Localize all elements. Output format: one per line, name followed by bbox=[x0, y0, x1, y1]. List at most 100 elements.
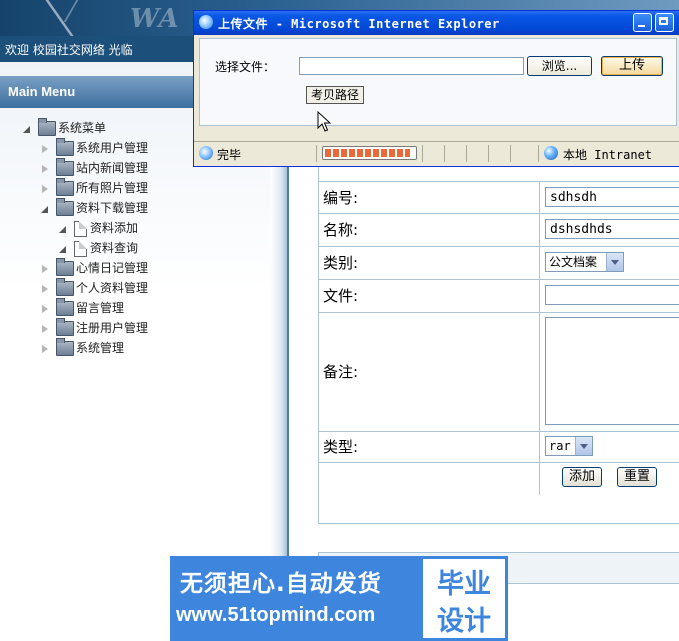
maximize-button[interactable] bbox=[655, 13, 674, 32]
ad-logo-line2: 设计 bbox=[437, 606, 491, 637]
expand-open-icon[interactable] bbox=[40, 204, 50, 214]
field-label: 类别: bbox=[319, 247, 540, 279]
tree-item-system-users[interactable]: 系统用户管理 bbox=[40, 138, 148, 158]
tree-item-profile[interactable]: 个人资料管理 bbox=[40, 278, 148, 298]
minimize-button[interactable] bbox=[633, 13, 652, 32]
status-separator bbox=[488, 145, 489, 162]
tree-item-registered-users[interactable]: 注册用户管理 bbox=[40, 318, 148, 338]
banner-light-streak bbox=[63, 0, 79, 22]
folder-icon bbox=[56, 158, 74, 176]
status-progress-bar bbox=[322, 146, 417, 160]
mouse-cursor-icon bbox=[317, 111, 331, 132]
field-value-cell bbox=[540, 280, 679, 312]
tree-item-photos[interactable]: 所有照片管理 bbox=[40, 178, 148, 198]
tree-item-news[interactable]: 站内新闻管理 bbox=[40, 158, 148, 178]
file-path-input[interactable] bbox=[299, 57, 524, 75]
chevron-down-icon[interactable] bbox=[575, 437, 592, 455]
expand-closed-icon[interactable] bbox=[40, 344, 50, 354]
field-label-text: 类型: bbox=[323, 438, 359, 456]
status-separator bbox=[466, 145, 467, 162]
status-separator bbox=[538, 145, 539, 162]
expand-open-icon[interactable] bbox=[22, 124, 32, 134]
field-label-text: 名称: bbox=[323, 221, 359, 239]
tree-item-label: 心情日记管理 bbox=[76, 261, 149, 275]
form-row-remarks: 备注: bbox=[319, 312, 679, 431]
field-value-cell: dshsdhds bbox=[540, 214, 679, 246]
tree-item-label: 系统管理 bbox=[76, 341, 125, 355]
expand-closed-icon[interactable] bbox=[40, 184, 50, 194]
type-select[interactable]: rar bbox=[545, 436, 593, 456]
upload-popup-window: 上传文件 - Microsoft Internet Explorer 选择文件：… bbox=[193, 10, 679, 167]
page-done-icon bbox=[199, 146, 213, 160]
status-separator bbox=[422, 145, 423, 162]
chevron-down-icon[interactable] bbox=[606, 253, 623, 271]
ad-slogan: 无须担心.自动发货 bbox=[180, 571, 382, 597]
status-separator bbox=[444, 145, 445, 162]
status-progress-fill bbox=[325, 149, 410, 157]
field-value-cell: sdhsdh bbox=[540, 182, 679, 213]
security-zone-text: 本地 Intranet bbox=[563, 148, 653, 162]
file-input[interactable] bbox=[545, 285, 679, 305]
ad-url: www.51topmind.com bbox=[176, 604, 376, 626]
popup-status-bar: 完毕 本地 Intranet bbox=[194, 141, 679, 166]
tree-item-label: 资料下载管理 bbox=[76, 201, 149, 215]
banner-logo: WA bbox=[130, 4, 180, 34]
popup-titlebar[interactable]: 上传文件 - Microsoft Internet Explorer bbox=[194, 11, 679, 35]
expand-closed-icon[interactable] bbox=[40, 264, 50, 274]
add-button[interactable]: 添加 bbox=[562, 467, 603, 487]
status-separator bbox=[316, 145, 317, 162]
number-input[interactable]: sdhsdh bbox=[545, 187, 679, 207]
upload-button[interactable]: 上传 bbox=[601, 56, 663, 76]
expand-closed-icon[interactable] bbox=[40, 284, 50, 294]
folder-icon bbox=[56, 198, 74, 216]
status-separator bbox=[510, 145, 511, 162]
tree-root[interactable]: 系统菜单 bbox=[22, 118, 106, 138]
form-row-type: 类型: rar bbox=[319, 431, 679, 462]
document-icon bbox=[74, 220, 87, 237]
tree-item-downloads[interactable]: 资料下载管理 bbox=[40, 198, 148, 218]
tree-item-label: 所有照片管理 bbox=[76, 181, 149, 195]
remarks-textarea[interactable] bbox=[545, 317, 679, 425]
browse-button[interactable]: 浏览... bbox=[527, 56, 592, 76]
tree-item-label: 站内新闻管理 bbox=[76, 161, 149, 175]
expand-open-icon bbox=[58, 224, 68, 234]
expand-closed-icon[interactable] bbox=[40, 324, 50, 334]
reset-button[interactable]: 重置 bbox=[617, 467, 658, 487]
tree-item-add-material[interactable]: 资料添加 bbox=[58, 218, 138, 238]
field-value-cell: rar bbox=[540, 432, 679, 462]
field-label: 名称: bbox=[319, 214, 540, 246]
banner-light-streak bbox=[45, 0, 74, 36]
name-input[interactable]: dshsdhds bbox=[545, 219, 679, 239]
document-icon bbox=[74, 240, 87, 257]
expand-open-icon bbox=[58, 244, 68, 254]
tree-item-label: 系统用户管理 bbox=[76, 141, 149, 155]
watermark-ad: 无须担心.自动发货 www.51topmind.com 毕业 设计 bbox=[170, 556, 508, 641]
tree-root-label: 系统菜单 bbox=[58, 121, 107, 135]
form-row-actions: 添加 重置 bbox=[319, 462, 679, 495]
field-label-text: 备注: bbox=[323, 363, 359, 381]
tree-item-label: 注册用户管理 bbox=[76, 321, 149, 335]
expand-closed-icon[interactable] bbox=[40, 144, 50, 154]
popup-title: 上传文件 - Microsoft Internet Explorer bbox=[218, 17, 500, 31]
expand-closed-icon[interactable] bbox=[40, 164, 50, 174]
tree-item-diary[interactable]: 心情日记管理 bbox=[40, 258, 148, 278]
file-select-label: 选择文件： bbox=[215, 60, 276, 74]
tree-item-label: 资料添加 bbox=[90, 221, 139, 235]
tree-item-query-material[interactable]: 资料查询 bbox=[58, 238, 138, 258]
category-select-value: 公文档案 bbox=[549, 255, 598, 269]
expand-closed-icon[interactable] bbox=[40, 304, 50, 314]
copy-path-button[interactable]: 考贝路径 bbox=[306, 86, 364, 104]
form-row-name: 名称: dshsdhds bbox=[319, 213, 679, 246]
menu-title: Main Menu bbox=[8, 84, 76, 99]
folder-icon bbox=[38, 118, 56, 136]
actions-label-cell bbox=[319, 463, 540, 495]
folder-icon bbox=[56, 338, 74, 356]
category-select[interactable]: 公文档案 bbox=[545, 252, 624, 272]
field-label-text: 编号: bbox=[323, 189, 359, 207]
tree-item-messages[interactable]: 留言管理 bbox=[40, 298, 124, 318]
field-value-cell bbox=[540, 313, 679, 431]
tree-item-system-admin[interactable]: 系统管理 bbox=[40, 338, 124, 358]
folder-icon bbox=[56, 318, 74, 336]
welcome-text: 欢迎 校园社交网络 光临 bbox=[5, 43, 133, 57]
ad-logo-line1: 毕业 bbox=[437, 569, 491, 600]
